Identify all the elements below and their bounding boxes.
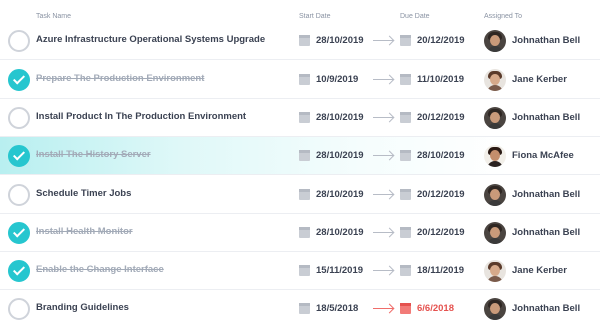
checkmark-icon: [12, 72, 26, 85]
calendar-icon: [400, 189, 411, 200]
avatar: [484, 69, 506, 91]
avatar: [484, 107, 506, 129]
complete-checkbox[interactable]: [8, 107, 30, 129]
calendar-icon: [400, 265, 411, 276]
due-date[interactable]: 20/12/2019: [417, 35, 465, 46]
table-row[interactable]: Enable the Change Interface 15/11/2019 1…: [0, 252, 600, 290]
complete-checkbox[interactable]: [8, 30, 30, 52]
complete-checkbox[interactable]: [8, 298, 30, 320]
start-date[interactable]: 28/10/2019: [316, 35, 364, 46]
due-date[interactable]: 6/6/2018: [417, 303, 454, 314]
column-header-due-date[interactable]: Due Date: [400, 13, 430, 20]
due-date[interactable]: 18/11/2019: [417, 265, 464, 276]
task-name[interactable]: Schedule Timer Jobs: [36, 188, 131, 199]
table-row[interactable]: Prepare The Production Environment 10/9/…: [0, 61, 600, 99]
calendar-icon: [400, 150, 411, 161]
due-date[interactable]: 20/12/2019: [417, 112, 465, 123]
calendar-icon: [400, 74, 411, 85]
arrow-right-icon: [373, 79, 393, 80]
column-header-task-name[interactable]: Task Name: [36, 13, 71, 20]
calendar-icon: [400, 112, 411, 123]
assignee-name[interactable]: Fiona McAfee: [512, 150, 574, 161]
checkmark-icon: [12, 225, 26, 238]
checkmark-icon: [12, 148, 26, 161]
assignee-name[interactable]: Johnathan Bell: [512, 112, 580, 123]
avatar: [484, 30, 506, 52]
calendar-icon: [299, 35, 310, 46]
table-row[interactable]: Branding Guidelines 18/5/2018 6/6/2018 J…: [0, 290, 600, 325]
calendar-icon: [299, 150, 310, 161]
calendar-icon: [299, 265, 310, 276]
avatar: [484, 145, 506, 167]
calendar-icon: [400, 35, 411, 46]
assignee-name[interactable]: Johnathan Bell: [512, 303, 580, 314]
table-row[interactable]: Azure Infrastructure Operational Systems…: [0, 22, 600, 60]
due-date[interactable]: 11/10/2019: [417, 74, 464, 85]
assignee-name[interactable]: Jane Kerber: [512, 265, 567, 276]
avatar: [484, 260, 506, 282]
task-name[interactable]: Prepare The Production Environment: [36, 73, 204, 84]
start-date[interactable]: 15/11/2019: [316, 265, 363, 276]
calendar-icon: [299, 303, 310, 314]
column-header-assigned-to[interactable]: Assigned To: [484, 13, 522, 20]
column-header-start-date[interactable]: Start Date: [299, 13, 331, 20]
due-date[interactable]: 28/10/2019: [417, 150, 465, 161]
task-name[interactable]: Install Health Monitor: [36, 226, 133, 237]
start-date[interactable]: 18/5/2018: [316, 303, 358, 314]
complete-checkbox[interactable]: [8, 260, 30, 282]
table-row[interactable]: Schedule Timer Jobs 28/10/2019 20/12/201…: [0, 176, 600, 214]
assignee-name[interactable]: Johnathan Bell: [512, 227, 580, 238]
task-name[interactable]: Azure Infrastructure Operational Systems…: [36, 34, 265, 45]
calendar-icon: [299, 74, 310, 85]
complete-checkbox[interactable]: [8, 69, 30, 91]
start-date[interactable]: 28/10/2019: [316, 189, 364, 200]
avatar: [484, 184, 506, 206]
start-date[interactable]: 10/9/2019: [316, 74, 358, 85]
task-name[interactable]: Branding Guidelines: [36, 302, 129, 313]
avatar: [484, 222, 506, 244]
calendar-icon: [299, 227, 310, 238]
complete-checkbox[interactable]: [8, 145, 30, 167]
assignee-name[interactable]: Johnathan Bell: [512, 189, 580, 200]
arrow-right-icon: [373, 232, 393, 233]
task-name[interactable]: Install The History Server: [36, 149, 151, 160]
table-row[interactable]: Install Product In The Production Enviro…: [0, 99, 600, 137]
arrow-right-icon: [373, 308, 393, 309]
checkmark-icon: [12, 263, 26, 276]
assignee-name[interactable]: Jane Kerber: [512, 74, 567, 85]
avatar: [484, 298, 506, 320]
arrow-right-icon: [373, 40, 393, 41]
arrow-right-icon: [373, 117, 393, 118]
complete-checkbox[interactable]: [8, 184, 30, 206]
start-date[interactable]: 28/10/2019: [316, 150, 364, 161]
table-row[interactable]: Install Health Monitor 28/10/2019 20/12/…: [0, 214, 600, 252]
task-name[interactable]: Enable the Change Interface: [36, 264, 164, 275]
task-name[interactable]: Install Product In The Production Enviro…: [36, 111, 246, 122]
calendar-icon: [400, 303, 411, 314]
start-date[interactable]: 28/10/2019: [316, 227, 364, 238]
calendar-icon: [299, 189, 310, 200]
calendar-icon: [400, 227, 411, 238]
due-date[interactable]: 20/12/2019: [417, 189, 465, 200]
arrow-right-icon: [373, 194, 393, 195]
due-date[interactable]: 20/12/2019: [417, 227, 465, 238]
assignee-name[interactable]: Johnathan Bell: [512, 35, 580, 46]
arrow-right-icon: [373, 155, 393, 156]
calendar-icon: [299, 112, 310, 123]
arrow-right-icon: [373, 270, 393, 271]
complete-checkbox[interactable]: [8, 222, 30, 244]
table-row[interactable]: Install The History Server 28/10/2019 28…: [0, 137, 600, 175]
start-date[interactable]: 28/10/2019: [316, 112, 364, 123]
